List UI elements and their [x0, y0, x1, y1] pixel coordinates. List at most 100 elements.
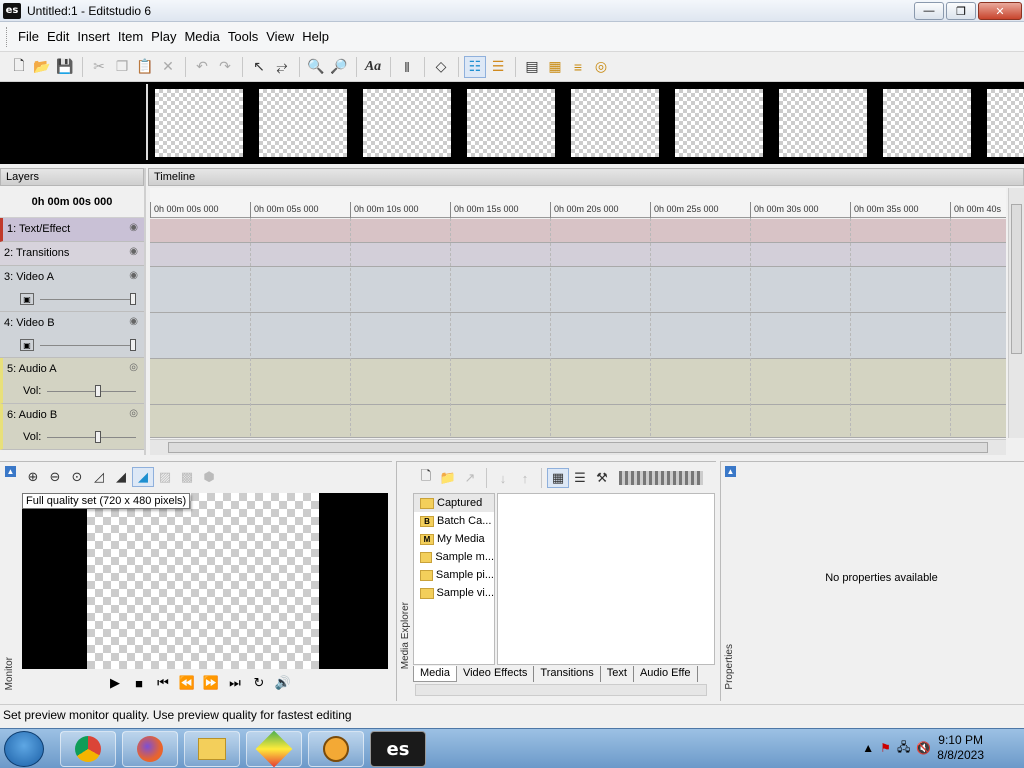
eye-icon[interactable]: ◉ — [129, 316, 138, 327]
taskbar-app-4[interactable] — [308, 731, 364, 767]
speaker-icon[interactable]: ◎ — [129, 362, 138, 373]
layer-audio-a[interactable]: 5: Audio A ◎ Vol: — [0, 358, 144, 404]
media-folder-sample-pictures[interactable]: Sample pi... — [414, 566, 494, 584]
thumbnail-view-icon[interactable]: ▦ — [547, 468, 569, 488]
tab-audio-effects[interactable]: Audio Effe — [634, 666, 698, 682]
taskbar-chrome[interactable] — [60, 731, 116, 767]
menu-item[interactable]: Item — [114, 26, 147, 47]
network-icon[interactable]: 🖧 — [897, 738, 910, 759]
volume-icon[interactable]: 🔊 — [272, 672, 294, 694]
timeline-horizontal-scrollbar[interactable] — [150, 439, 1006, 455]
eye-icon[interactable]: ◉ — [129, 222, 138, 233]
layer-text-effect[interactable]: 1: Text/Effect ◉ — [0, 218, 144, 242]
move-up-icon[interactable]: ↑ — [514, 468, 536, 488]
pin-icon[interactable]: ▲ — [725, 466, 736, 477]
tab-text[interactable]: Text — [601, 666, 634, 682]
thumbnail-size-slider[interactable] — [619, 471, 703, 485]
media-horizontal-scrollbar[interactable] — [415, 684, 707, 696]
zoom-out-icon[interactable]: ⊖ — [44, 467, 66, 487]
effects-icon[interactable]: ≡ — [567, 56, 589, 78]
cut-icon[interactable]: ✂ — [88, 56, 110, 78]
delete-icon[interactable]: ✕ — [157, 56, 179, 78]
film-frame[interactable] — [155, 89, 243, 157]
draft-quality-icon[interactable]: ◿ — [88, 467, 110, 487]
track-transitions[interactable] — [150, 243, 1006, 267]
menu-view[interactable]: View — [262, 26, 298, 47]
start-button[interactable] — [4, 731, 44, 767]
preview-quality-icon[interactable]: ◢ — [110, 467, 132, 487]
track-audio-a[interactable] — [150, 359, 1006, 405]
eye-icon[interactable]: ◉ — [129, 246, 138, 257]
slider-thumb[interactable] — [130, 338, 136, 351]
film-frame[interactable] — [363, 89, 451, 157]
zoom-fit-icon[interactable]: ⊙ — [66, 467, 88, 487]
paste-icon[interactable]: 📋 — [134, 56, 156, 78]
volume-slider[interactable] — [47, 384, 136, 397]
slider-thumb[interactable] — [95, 384, 102, 397]
move-down-icon[interactable]: ↓ — [492, 468, 514, 488]
media-folder-my-media[interactable]: M My Media — [414, 530, 494, 548]
taskbar-firefox[interactable] — [122, 731, 178, 767]
play-icon[interactable]: ▶ — [104, 672, 126, 694]
mask-icon[interactable]: ⬢ — [198, 467, 220, 487]
target-icon[interactable]: ◎ — [590, 56, 612, 78]
menu-play[interactable]: Play — [147, 26, 180, 47]
layer-video-a[interactable]: 3: Video A ◉ ▣ — [0, 266, 144, 312]
track-video-b[interactable] — [150, 313, 1006, 359]
speaker-icon[interactable]: ◎ — [129, 408, 138, 419]
select-arrow-icon[interactable]: ↖ — [248, 56, 270, 78]
layer-transitions[interactable]: 2: Transitions ◉ — [0, 242, 144, 266]
go-to-end-icon[interactable]: ⏭ — [224, 672, 246, 694]
import-icon[interactable]: ↗ — [459, 468, 481, 488]
taskbar-bluestacks[interactable] — [246, 730, 302, 768]
action-center-icon[interactable]: ⚑ — [880, 741, 891, 755]
open-folder-icon[interactable]: 📁 — [437, 468, 459, 488]
close-button[interactable]: ✕ — [978, 2, 1022, 20]
snap-icon[interactable]: ☷ — [464, 55, 486, 78]
opacity-icon[interactable]: ▣ — [20, 339, 34, 351]
text-tool-icon[interactable]: Aa — [362, 56, 384, 78]
open-folder-icon[interactable]: 📂 — [31, 56, 53, 78]
redo-icon[interactable]: ↷ — [214, 56, 236, 78]
full-quality-icon[interactable]: ◢ — [132, 467, 154, 487]
tab-video-effects[interactable]: Video Effects — [457, 666, 535, 682]
ripple-icon[interactable]: ☰ — [487, 56, 509, 78]
clock[interactable]: 9:10 PM 8/8/2023 — [937, 733, 984, 763]
zoom-in-icon[interactable]: 🔍 — [305, 56, 327, 78]
timeline-vertical-scrollbar[interactable] — [1008, 188, 1024, 438]
rewind-icon[interactable]: ⏪ — [176, 672, 198, 694]
list-view-icon[interactable]: ☰ — [569, 468, 591, 488]
storyboard-icon[interactable]: ▦ — [544, 56, 566, 78]
track-text-effect[interactable] — [150, 219, 1006, 243]
menu-edit[interactable]: Edit — [43, 26, 73, 47]
marker-icon[interactable]: ◇ — [430, 56, 452, 78]
film-view-icon[interactable]: ⚒ — [591, 468, 613, 488]
menu-media[interactable]: Media — [180, 26, 223, 47]
trim-tool-icon[interactable]: ⥂ — [271, 56, 293, 78]
app-logo-icon[interactable]: es — [3, 2, 21, 19]
slider-thumb[interactable] — [130, 292, 136, 305]
opacity-icon[interactable]: ▣ — [20, 293, 34, 305]
new-folder-icon[interactable]: 🗋 — [415, 468, 437, 488]
film-frame[interactable] — [675, 89, 763, 157]
fast-forward-icon[interactable]: ⏩ — [200, 672, 222, 694]
volume-slider[interactable] — [47, 430, 136, 443]
media-folder-sample-music[interactable]: Sample m... — [414, 548, 494, 566]
film-icon[interactable]: ▤ — [521, 56, 543, 78]
layer-audio-b[interactable]: 6: Audio B ◎ Vol: — [0, 404, 144, 450]
copy-icon[interactable]: ❐ — [111, 56, 133, 78]
loop-icon[interactable]: ↻ — [248, 672, 270, 694]
grid-overlay-icon[interactable]: ▩ — [176, 467, 198, 487]
taskbar-editstudio[interactable]: es — [370, 731, 426, 767]
zoom-in-icon[interactable]: ⊕ — [22, 467, 44, 487]
new-file-icon[interactable]: 🗋 — [8, 56, 30, 78]
pin-icon[interactable]: ▲ — [5, 466, 16, 477]
media-file-area[interactable] — [497, 493, 715, 665]
time-ruler[interactable]: 0h 00m 00s 000 0h 00m 05s 000 0h 00m 10s… — [150, 188, 1006, 218]
zoom-out-icon[interactable]: 🔎 — [328, 56, 350, 78]
scroll-thumb[interactable] — [1011, 204, 1022, 354]
undo-icon[interactable]: ↶ — [191, 56, 213, 78]
film-frame[interactable] — [571, 89, 659, 157]
menu-insert[interactable]: Insert — [73, 26, 114, 47]
media-folder-batch[interactable]: B Batch Ca... — [414, 512, 494, 530]
